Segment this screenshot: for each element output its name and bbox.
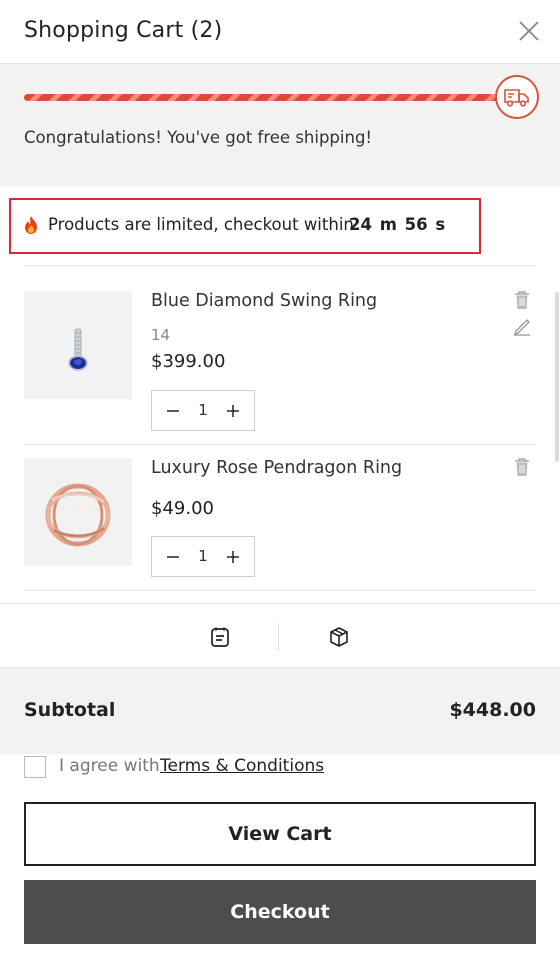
subtotal-value: $448.00 [449, 699, 536, 721]
timer-value: 24 m 56 s [349, 215, 446, 234]
checkout-button[interactable]: Checkout [24, 880, 536, 944]
trash-icon[interactable] [513, 457, 531, 477]
cart-item: Blue Diamond Swing Ring 14 $399.00 1 [24, 291, 536, 441]
free-shipping-panel: Congratulations! You've got free shippin… [0, 64, 560, 186]
cart-items-list: Blue Diamond Swing Ring 14 $399.00 1 Lux… [0, 266, 560, 602]
cart-title: Shopping Cart (2) [24, 18, 223, 43]
product-image[interactable] [24, 291, 132, 399]
product-variant: 14 [151, 326, 171, 344]
decrease-quantity-button[interactable] [156, 537, 190, 576]
fire-icon [23, 215, 39, 235]
checkout-timer: Products are limited, checkout within 24… [9, 198, 481, 254]
product-price: $399.00 [151, 351, 226, 372]
close-icon[interactable] [514, 16, 544, 46]
timer-text: Products are limited, checkout within [48, 215, 354, 234]
cart-scrollbar[interactable] [555, 292, 559, 462]
product-name[interactable]: Luxury Rose Pendragon Ring [151, 458, 402, 478]
quantity-stepper: 1 [151, 390, 255, 431]
trash-icon[interactable] [513, 290, 531, 310]
cart-item: Luxury Rose Pendragon Ring $49.00 1 [24, 458, 536, 598]
cart-tools-bar [0, 603, 560, 668]
agreement-section: I agree with Terms & Conditions View Car… [0, 754, 560, 965]
quantity-value[interactable]: 1 [186, 401, 220, 419]
subtotal-row: Subtotal $448.00 [0, 668, 560, 754]
increase-quantity-button[interactable] [216, 391, 250, 430]
tools-divider [278, 623, 279, 651]
terms-checkbox[interactable] [24, 756, 46, 778]
cart-header: Shopping Cart (2) [0, 0, 560, 64]
agree-text: I agree with [59, 756, 160, 776]
quantity-value[interactable]: 1 [186, 547, 220, 565]
increase-quantity-button[interactable] [216, 537, 250, 576]
decrease-quantity-button[interactable] [156, 391, 190, 430]
note-icon[interactable] [209, 626, 231, 648]
package-box-icon[interactable] [328, 626, 350, 648]
product-price: $49.00 [151, 498, 214, 519]
view-cart-button[interactable]: View Cart [24, 802, 536, 866]
free-shipping-message: Congratulations! You've got free shippin… [24, 128, 373, 147]
product-name[interactable]: Blue Diamond Swing Ring [151, 291, 377, 311]
terms-link[interactable]: Terms & Conditions [160, 756, 324, 776]
subtotal-label: Subtotal [24, 699, 116, 721]
item-divider [24, 590, 536, 591]
edit-icon[interactable] [512, 316, 532, 336]
item-divider [24, 444, 536, 445]
shipping-progress-bar [24, 94, 504, 101]
cart-footer: Subtotal $448.00 I agree with Terms & Co… [0, 668, 560, 965]
product-image[interactable] [24, 458, 132, 566]
delivery-truck-icon [495, 75, 539, 119]
quantity-stepper: 1 [151, 536, 255, 577]
